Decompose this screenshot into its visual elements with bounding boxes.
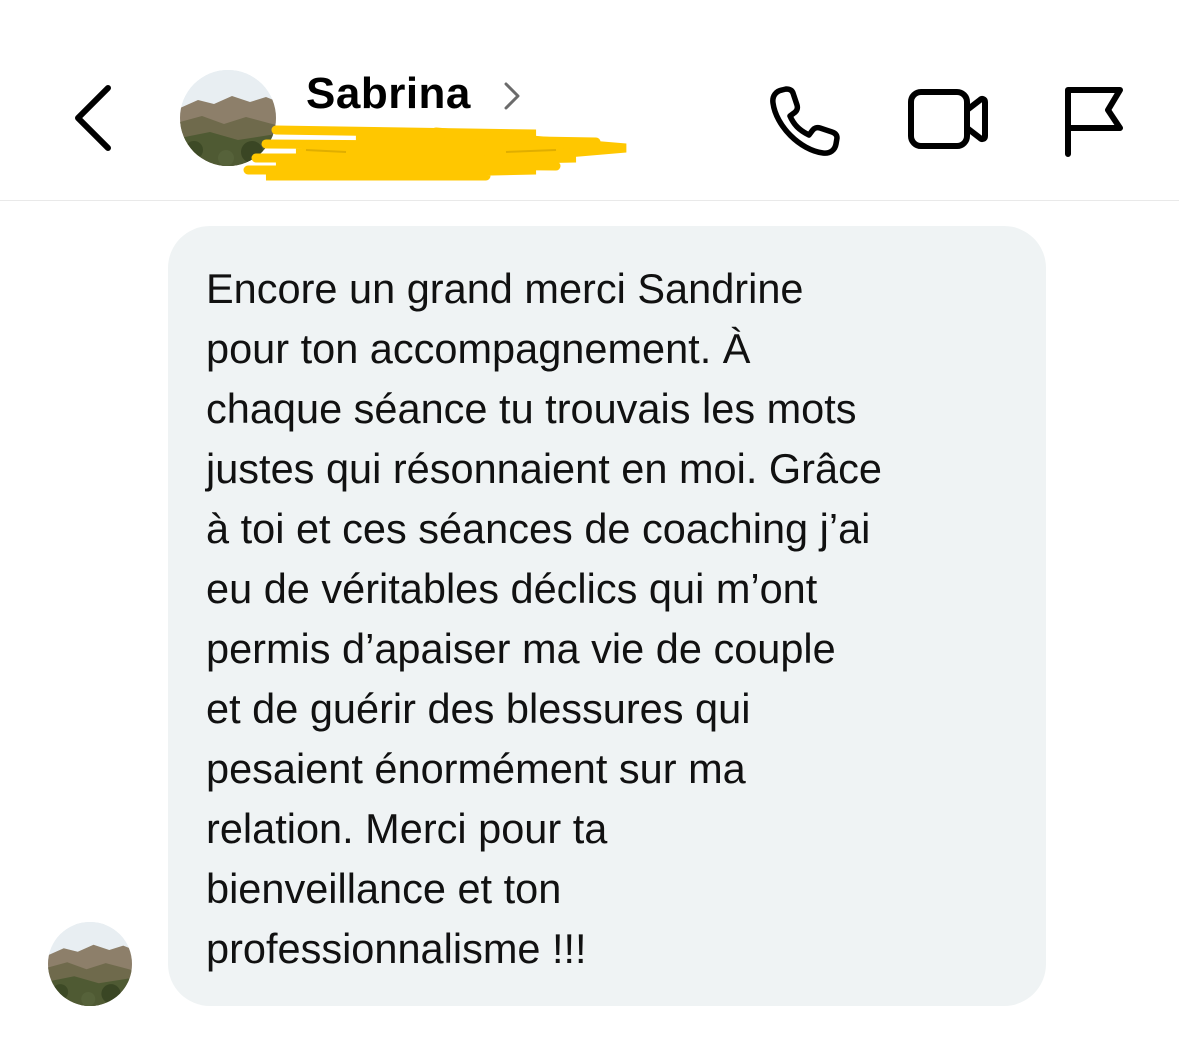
flag-icon [1065, 87, 1123, 157]
phone-call-button[interactable] [766, 82, 844, 160]
chevron-left-icon [75, 85, 111, 151]
report-flag-button[interactable] [1058, 80, 1130, 160]
phone-icon [770, 86, 840, 156]
chevron-right-icon[interactable] [500, 76, 526, 116]
redaction-scribble [236, 120, 636, 184]
sender-avatar[interactable] [48, 922, 132, 1006]
video-camera-icon [908, 89, 988, 149]
back-button[interactable] [62, 78, 126, 158]
message-text: Encore un grand merci Sandrine pour ton … [206, 265, 882, 972]
video-call-button[interactable] [906, 84, 990, 156]
chat-header: Sabrina [0, 0, 1179, 201]
contact-name[interactable]: Sabrina [306, 66, 471, 122]
message-bubble[interactable]: Encore un grand merci Sandrine pour ton … [168, 226, 1046, 1006]
